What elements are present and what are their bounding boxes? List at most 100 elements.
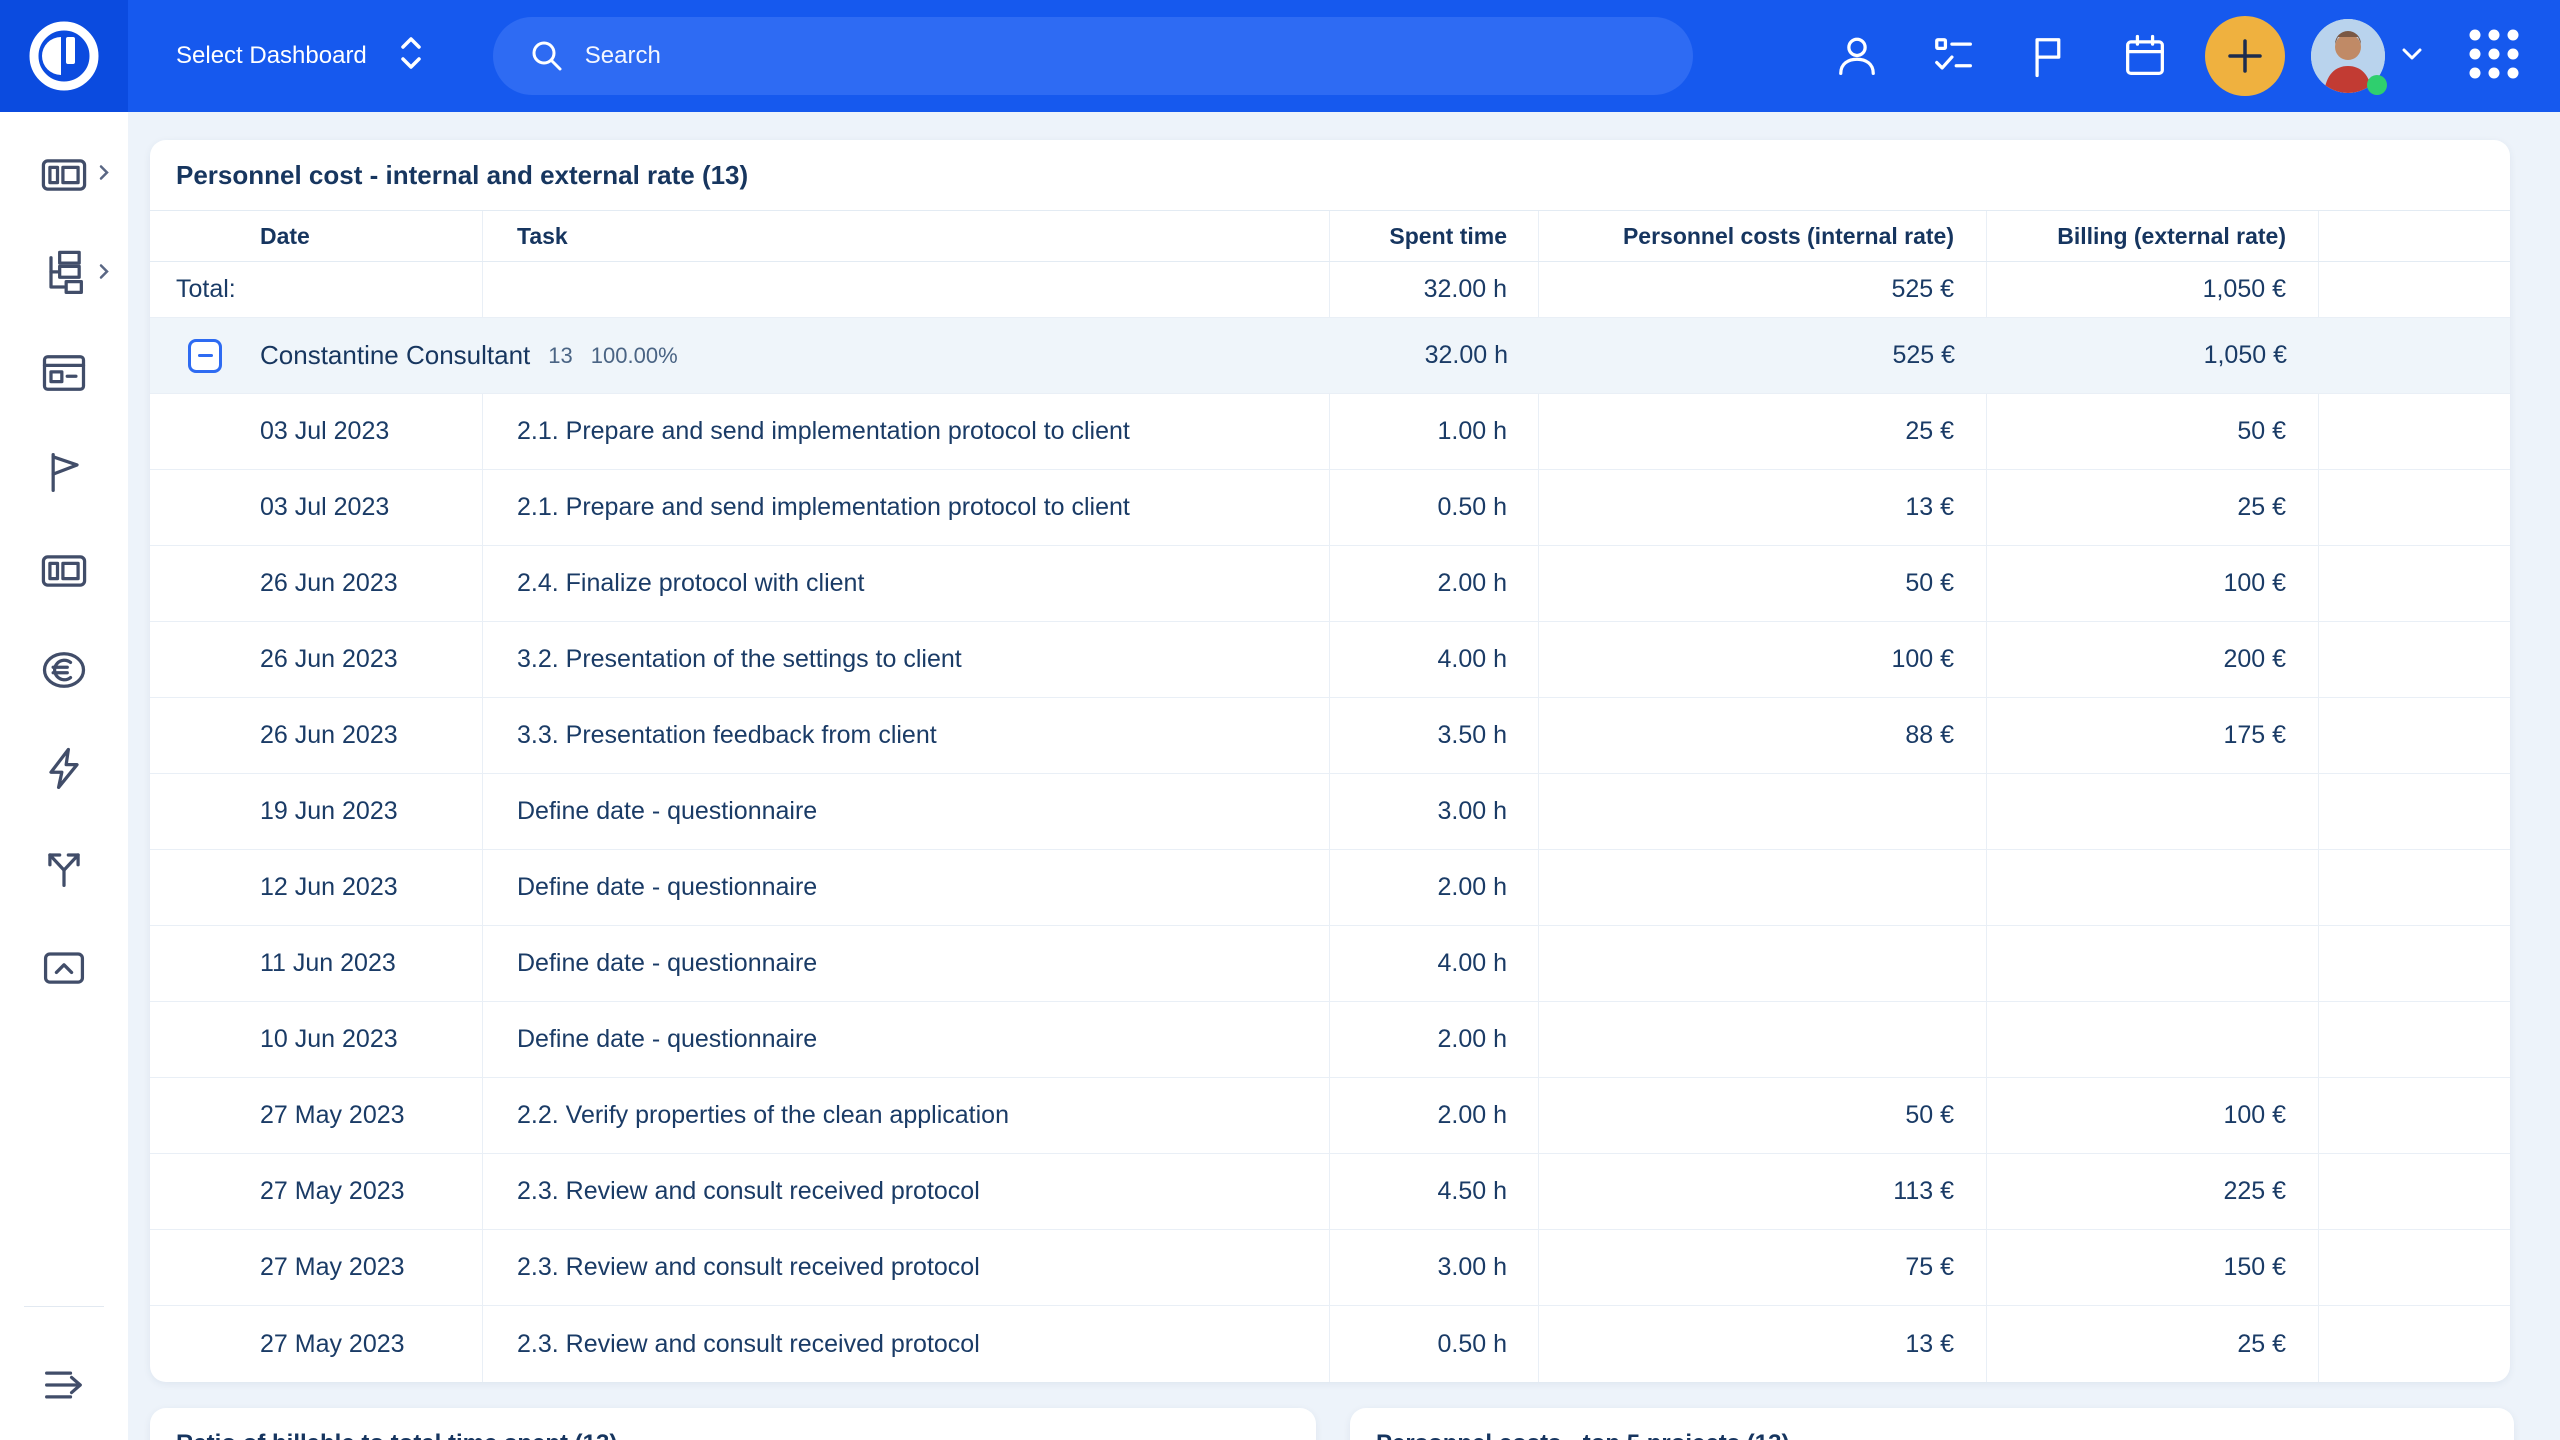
cell-empty — [2319, 698, 2510, 773]
cell-task: 2.3. Review and consult received protoco… — [483, 1230, 1330, 1305]
table-row[interactable]: 03 Jul 2023 2.1. Prepare and send implem… — [150, 394, 2510, 470]
column-header-task[interactable]: Task — [483, 211, 1330, 261]
search-icon — [525, 34, 569, 78]
flag-icon[interactable] — [2023, 30, 2075, 82]
plus-icon — [2225, 36, 2265, 76]
calendar-icon[interactable] — [2119, 30, 2171, 82]
group-percent: 100.00% — [591, 343, 678, 369]
cell-task: Define date - questionnaire — [483, 1002, 1330, 1077]
cell-task: 3.3. Presentation feedback from client — [483, 698, 1330, 773]
group-billing: 1,050 € — [1987, 318, 2319, 393]
dashboard-selector[interactable]: Select Dashboard — [176, 30, 427, 83]
cell-personnel-cost: 25 € — [1539, 394, 1987, 469]
cell-personnel-cost — [1539, 850, 1987, 925]
column-header-empty — [2319, 211, 2510, 261]
panel-title: Personnel costs - top 5 projects (13) — [1350, 1408, 2514, 1440]
cell-date: 03 Jul 2023 — [150, 470, 483, 545]
sidebar-item-browser[interactable] — [0, 347, 128, 399]
column-header-spent-time[interactable]: Spent time — [1330, 211, 1539, 261]
add-button[interactable] — [2205, 16, 2285, 96]
cell-personnel-cost: 100 € — [1539, 622, 1987, 697]
sidebar-item-quick-actions[interactable] — [0, 743, 128, 795]
sidebar-item-archive[interactable] — [0, 941, 128, 993]
search-bar[interactable] — [493, 17, 1693, 95]
group-spent-time: 32.00 h — [1330, 318, 1539, 393]
tasks-checklist-icon[interactable] — [1927, 30, 1979, 82]
column-header-date[interactable]: Date — [150, 211, 483, 261]
apps-grid-icon[interactable] — [2466, 26, 2522, 87]
total-spent-time: 32.00 h — [1330, 262, 1539, 317]
table-row[interactable]: 19 Jun 2023 Define date - questionnaire … — [150, 774, 2510, 850]
table-row[interactable]: 12 Jun 2023 Define date - questionnaire … — [150, 850, 2510, 926]
cell-spent-time: 4.50 h — [1330, 1154, 1539, 1229]
cell-empty — [2319, 1002, 2510, 1077]
main-content: Personnel cost - internal and external r… — [128, 112, 2560, 1440]
column-header-personnel-costs[interactable]: Personnel costs (internal rate) — [1539, 211, 1987, 261]
cell-date: 26 Jun 2023 — [150, 698, 483, 773]
cell-date: 27 May 2023 — [150, 1306, 483, 1382]
cell-spent-time: 3.00 h — [1330, 774, 1539, 849]
cell-spent-time: 2.00 h — [1330, 850, 1539, 925]
online-status-dot — [2367, 75, 2387, 95]
cell-billing — [1987, 850, 2319, 925]
sidebar-item-tree[interactable] — [0, 248, 128, 300]
sidebar-item-finance[interactable] — [0, 644, 128, 696]
group-row-consultant[interactable]: Constantine Consultant 13 100.00% 32.00 … — [150, 318, 2510, 394]
sidebar-divider — [24, 1306, 104, 1307]
cell-personnel-cost: 13 € — [1539, 470, 1987, 545]
cell-billing — [1987, 1002, 2319, 1077]
cell-date: 03 Jul 2023 — [150, 394, 483, 469]
sidebar-item-workflow[interactable] — [0, 842, 128, 894]
cell-empty — [2319, 1154, 2510, 1229]
app-logo[interactable] — [0, 0, 128, 112]
cell-billing: 25 € — [1987, 1306, 2319, 1382]
total-row: Total: 32.00 h 525 € 1,050 € — [150, 262, 2510, 318]
cell-task: 2.1. Prepare and send implementation pro… — [483, 470, 1330, 545]
search-input[interactable] — [585, 42, 1585, 70]
table-row[interactable]: 27 May 2023 2.2. Verify properties of th… — [150, 1078, 2510, 1154]
browser-window-icon — [38, 347, 90, 399]
sidebar — [0, 112, 128, 1440]
cell-billing: 150 € — [1987, 1230, 2319, 1305]
table-row[interactable]: 26 Jun 2023 3.2. Presentation of the set… — [150, 622, 2510, 698]
cell-empty — [2319, 1230, 2510, 1305]
table-row[interactable]: 10 Jun 2023 Define date - questionnaire … — [150, 1002, 2510, 1078]
cell-empty — [2319, 850, 2510, 925]
collapse-toggle[interactable] — [188, 339, 222, 373]
total-personnel-cost: 525 € — [1539, 262, 1987, 317]
table-row[interactable]: 27 May 2023 2.3. Review and consult rece… — [150, 1306, 2510, 1382]
cell-task: 2.3. Review and consult received protoco… — [483, 1306, 1330, 1382]
sidebar-item-modules[interactable] — [0, 545, 128, 597]
dashboard-icon — [38, 149, 90, 201]
sidebar-item-dashboard[interactable] — [0, 149, 128, 201]
table-row[interactable]: 03 Jul 2023 2.1. Prepare and send implem… — [150, 470, 2510, 546]
cell-billing: 200 € — [1987, 622, 2319, 697]
table-row[interactable]: 11 Jun 2023 Define date - questionnaire … — [150, 926, 2510, 1002]
chevron-right-icon — [94, 261, 114, 288]
cell-task: Define date - questionnaire — [483, 850, 1330, 925]
cell-billing: 100 € — [1987, 546, 2319, 621]
total-billing: 1,050 € — [1987, 262, 2319, 317]
cell-task: 2.3. Review and consult received protoco… — [483, 1154, 1330, 1229]
cell-empty — [2319, 1306, 2510, 1382]
cell-spent-time: 3.50 h — [1330, 698, 1539, 773]
column-header-billing[interactable]: Billing (external rate) — [1987, 211, 2319, 261]
table-row[interactable]: 27 May 2023 2.3. Review and consult rece… — [150, 1154, 2510, 1230]
sidebar-item-milestone[interactable] — [0, 446, 128, 498]
tree-icon — [38, 248, 90, 300]
user-avatar[interactable] — [2311, 19, 2385, 93]
user-icon[interactable] — [1831, 30, 1883, 82]
chevron-down-icon[interactable] — [2398, 40, 2426, 73]
cell-personnel-cost: 113 € — [1539, 1154, 1987, 1229]
cell-billing: 100 € — [1987, 1078, 2319, 1153]
chevron-right-icon — [94, 162, 114, 189]
table-row[interactable]: 26 Jun 2023 3.3. Presentation feedback f… — [150, 698, 2510, 774]
cell-personnel-cost — [1539, 774, 1987, 849]
cell-empty — [2319, 1078, 2510, 1153]
selector-sort-chevrons-icon — [395, 30, 427, 83]
table-row[interactable]: 26 Jun 2023 2.4. Finalize protocol with … — [150, 546, 2510, 622]
sidebar-collapse-button[interactable] — [38, 1359, 90, 1411]
table-row[interactable]: 27 May 2023 2.3. Review and consult rece… — [150, 1230, 2510, 1306]
group-name: Constantine Consultant — [260, 340, 530, 371]
cell-spent-time: 4.00 h — [1330, 926, 1539, 1001]
